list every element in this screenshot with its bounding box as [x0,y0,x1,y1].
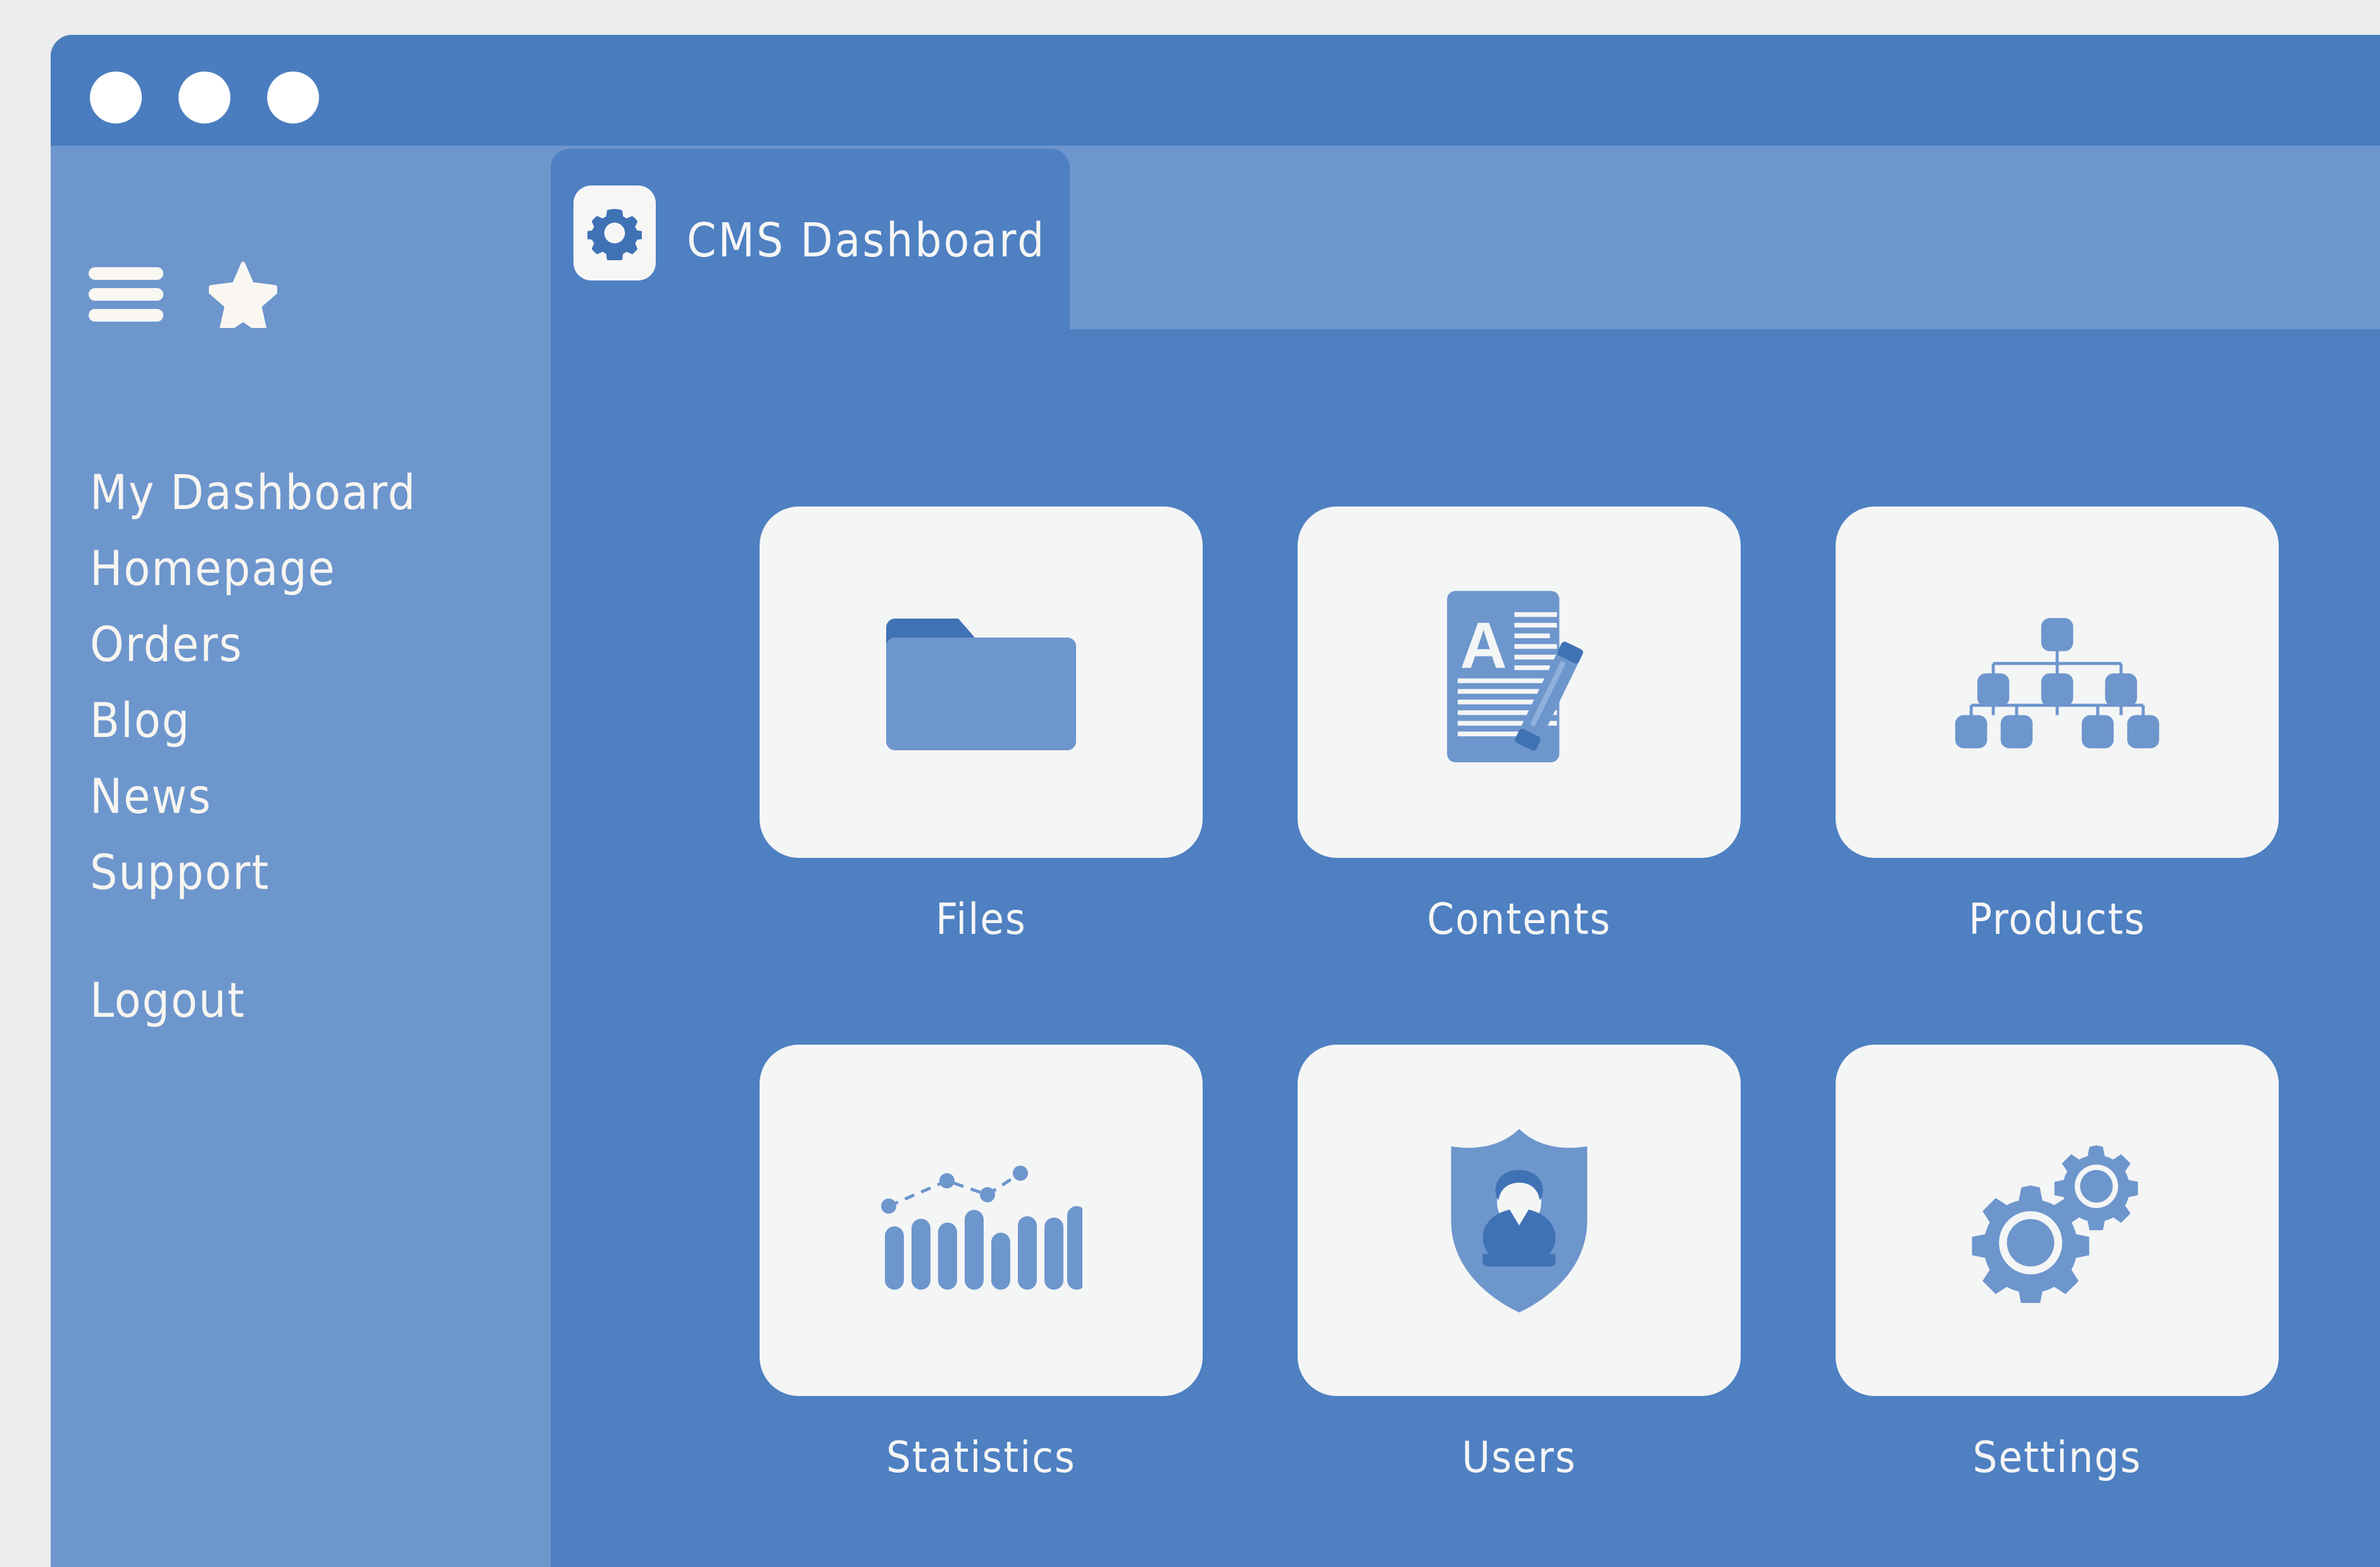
shield-person-icon [1451,1128,1588,1312]
sidebar-nav-separator [90,924,533,976]
card-products[interactable] [1836,507,2279,858]
close-dot[interactable] [90,72,142,123]
card-label-files: Files [936,895,1027,945]
hierarchy-tree-icon [1955,617,2160,748]
dashboard-cell-settings: Settings [1836,1045,2279,1483]
card-statistics[interactable] [760,1045,1203,1396]
gear-icon [573,186,656,280]
dashboard-cell-products: Products [1836,507,2279,945]
card-label-products: Products [1969,895,2146,945]
card-users[interactable] [1298,1045,1741,1396]
minimize-dot[interactable] [178,72,230,123]
hamburger-menu-icon[interactable] [89,267,163,322]
title-bar [51,35,2380,146]
card-files[interactable] [760,507,1203,858]
card-label-statistics: Statistics [886,1433,1076,1483]
dashboard-cell-files: Files [760,507,1203,945]
svg-text:A: A [1460,608,1507,681]
card-label-settings: Settings [1972,1433,2142,1483]
bar-chart-icon [881,1165,1082,1290]
tab-cms-dashboard[interactable]: CMS Dashboard [551,149,1070,332]
folder-icon [886,618,1076,750]
sidebar-item-orders[interactable]: Orders [90,620,533,669]
sidebar-item-my-dashboard[interactable]: My Dashboard [90,469,533,517]
sidebar-item-blog[interactable]: Blog [90,696,533,745]
sidebar-item-logout[interactable]: Logout [90,976,533,1024]
sidebar-item-news[interactable]: News [90,772,533,821]
card-contents[interactable]: A [1298,507,1741,858]
two-gears-icon [1972,1145,2138,1303]
app-window: My Dashboard Homepage Orders Blog News S… [51,35,2380,1567]
sidebar-icon-row [89,260,279,334]
dashboard-cell-contents: A Contents [1298,507,1741,945]
dashboard-cell-statistics: Statistics [760,1045,1203,1483]
tab-title: CMS Dashboard [687,213,1046,268]
dashboard-grid: Files A Contents Products Statistics Use… [760,507,2279,1483]
sidebar-nav: My Dashboard Homepage Orders Blog News S… [90,469,533,1052]
maximize-dot[interactable] [267,72,319,123]
star-icon[interactable] [207,260,279,334]
document-pencil-icon: A [1447,590,1583,762]
card-label-contents: Contents [1427,895,1612,945]
card-label-users: Users [1462,1433,1577,1483]
card-settings[interactable] [1836,1045,2279,1396]
sidebar-item-homepage[interactable]: Homepage [90,544,533,593]
sidebar-item-support[interactable]: Support [90,848,533,897]
dashboard-cell-users: Users [1298,1045,1741,1483]
sidebar: My Dashboard Homepage Orders Blog News S… [51,146,551,1567]
